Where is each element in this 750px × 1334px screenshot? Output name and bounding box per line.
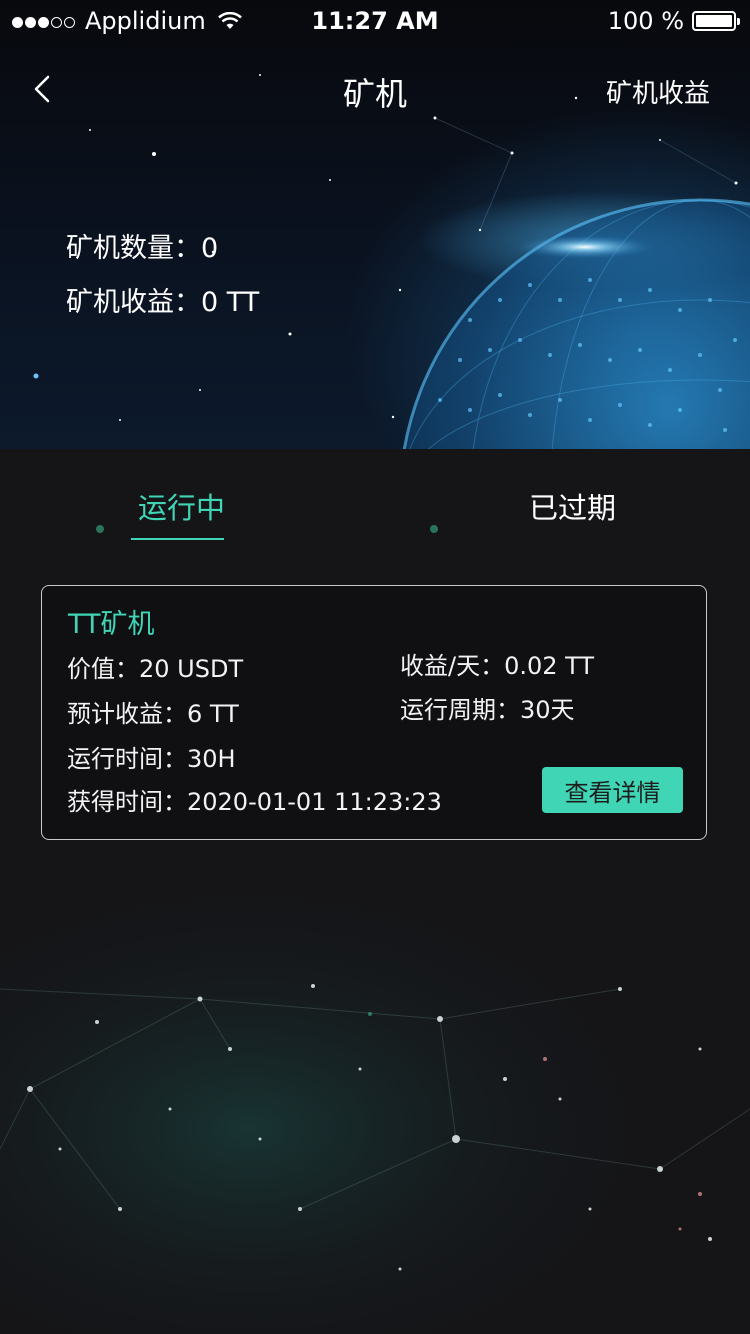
miner-count-value: 0 — [201, 233, 219, 264]
miner-income-row: 矿机收益：0 TT — [66, 276, 259, 330]
tab-expired[interactable]: 已过期 — [529, 485, 616, 527]
miner-income-label: 矿机收益： — [66, 287, 201, 318]
view-details-button[interactable]: 查看详情 — [542, 767, 683, 813]
miner-card: TT矿机 价值：20 USDT 收益/天：0.02 TT 预计收益：6 TT 运… — [41, 585, 707, 840]
status-bar: Applidium 11:27 AM 100 % — [0, 0, 750, 40]
battery-percentage: 100 % — [607, 7, 684, 35]
miner-name: TT矿机 — [68, 609, 155, 640]
active-tab-indicator — [131, 538, 224, 540]
navigation-bar: 矿机 矿机收益 — [0, 55, 750, 123]
miner-income-link[interactable]: 矿机收益 — [606, 73, 710, 110]
miner-count-label: 矿机数量： — [66, 233, 201, 264]
miner-summary: 矿机数量：0 矿机收益：0 TT — [66, 222, 259, 330]
miner-expected-income: 预计收益：6 TT — [67, 700, 239, 728]
battery-status: 100 % — [607, 7, 740, 35]
battery-icon — [692, 11, 740, 31]
miner-run-cycle: 运行周期：30天 — [400, 696, 575, 724]
miner-count-row: 矿机数量：0 — [66, 222, 259, 276]
miner-runtime: 运行时间：30H — [67, 745, 236, 773]
miner-value: 价值：20 USDT — [67, 655, 244, 683]
miner-income-value: 0 TT — [201, 287, 260, 318]
network-background — [0, 525, 750, 1334]
tab-running[interactable]: 运行中 — [138, 485, 225, 527]
miner-acquired-time: 获得时间：2020-01-01 11:23:23 — [67, 788, 442, 816]
miner-daily-income: 收益/天：0.02 TT — [400, 652, 595, 680]
